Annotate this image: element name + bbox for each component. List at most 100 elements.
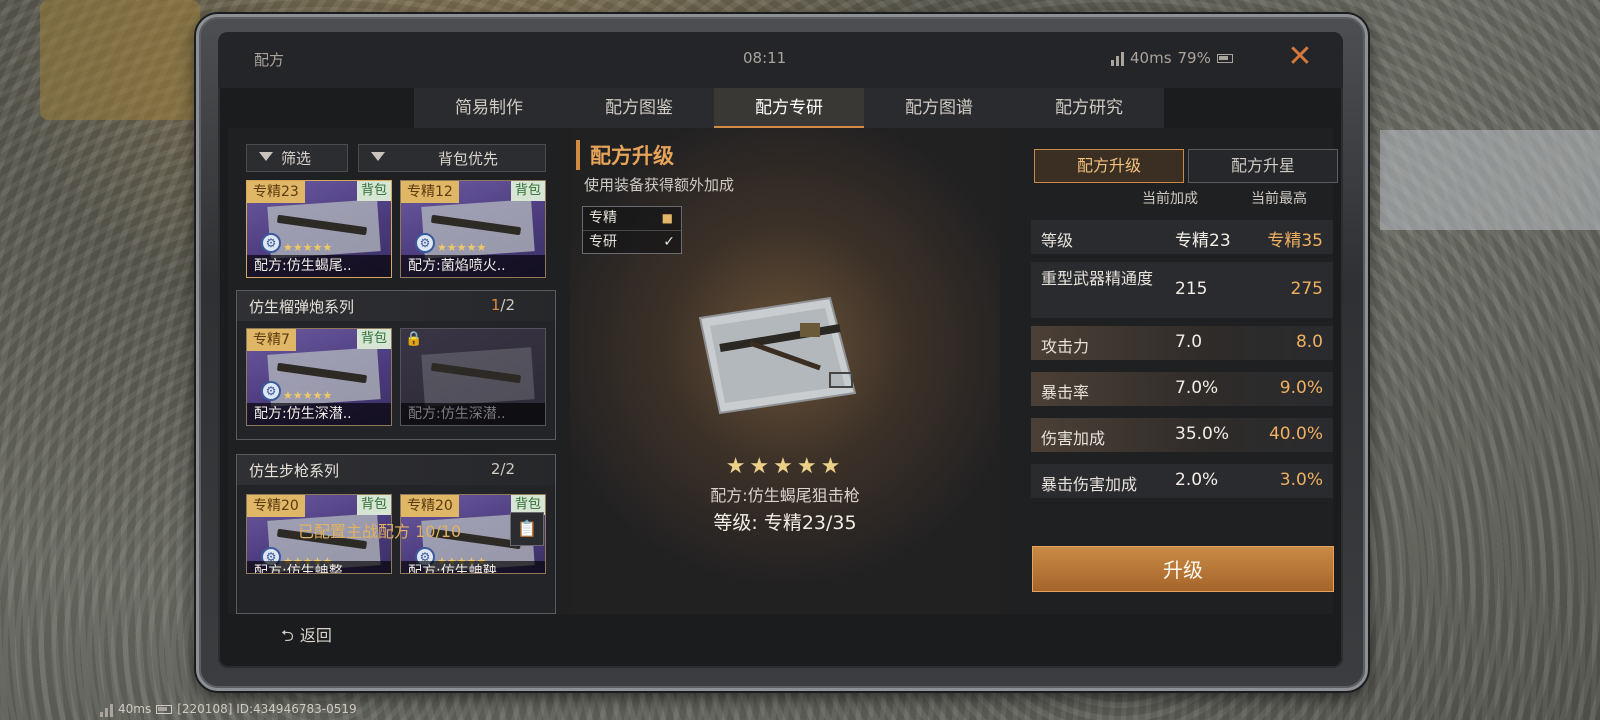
tab-recipe-research[interactable]: 配方研究: [1014, 88, 1164, 128]
tab-recipe-codex[interactable]: 配方图鉴: [564, 88, 714, 128]
legend-specialize: 专精 ■: [583, 207, 681, 230]
section-subtitle: 使用装备获得额外加成: [584, 176, 735, 194]
check-icon: ✓: [663, 234, 675, 250]
clipboard-search-icon[interactable]: 📋: [510, 512, 544, 546]
recipe-name: 配方:仿生蚺整: [247, 561, 391, 573]
stat-max: 3.0%: [1279, 470, 1323, 490]
lock-icon: 🔒: [405, 331, 423, 347]
recipe-name: 配方:仿生蚺鞅: [401, 561, 545, 573]
sort-dropdown[interactable]: 背包优先: [358, 144, 546, 172]
recipe-name: 配方:菌焰喷火..: [401, 255, 545, 277]
legend-research: 专研 ✓: [583, 230, 681, 253]
stat-name: 攻击力: [1041, 337, 1090, 356]
status-area: 40ms 79%: [1111, 49, 1233, 67]
star-rating: ★★★★★: [283, 389, 333, 402]
battery-icon: [1216, 53, 1233, 63]
group-title: 仿生步枪系列: [249, 462, 340, 480]
star-rating: ★★★★★: [283, 241, 333, 254]
stat-row-crit-damage: 暴击伤害加成 2.0% 3.0%: [1031, 464, 1333, 498]
gear-icon: ⚙: [261, 233, 281, 253]
battery-icon: [156, 704, 173, 714]
ping-text: 40ms: [1130, 49, 1172, 67]
recipe-name: 配方:仿生蝎尾..: [247, 255, 391, 277]
back-label: 返回: [299, 626, 332, 645]
tab-recipe-atlas[interactable]: 配方图谱: [864, 88, 1014, 128]
upgrade-button[interactable]: 升级: [1032, 546, 1334, 592]
stat-row-attack: 攻击力 7.0 8.0: [1031, 326, 1333, 360]
signal-icon: [1111, 50, 1124, 66]
background-vehicle: [40, 0, 200, 120]
top-bar: 配方 08:11 40ms 79% ✕: [218, 32, 1343, 88]
bag-badge: 背包: [356, 329, 391, 349]
legend-label: 专精: [589, 210, 617, 226]
main-tabs: 简易制作 配方图鉴 配方专研 配方图谱 配方研究: [414, 88, 1164, 128]
group-count: 2/2: [490, 460, 515, 478]
app-title: 配方: [254, 51, 285, 69]
stat-row-damage-bonus: 伤害加成 35.0% 40.0%: [1031, 418, 1333, 452]
stat-max: 9.0%: [1279, 378, 1323, 398]
return-arrow-icon: ⮌: [281, 626, 294, 645]
star-rating: ★★★★★: [437, 241, 487, 254]
stat-max: 275: [1290, 279, 1323, 299]
clock: 08:11: [743, 49, 787, 67]
stat-current: 35.0%: [1175, 424, 1230, 444]
sub-tabs: 配方升级 配方升星: [1034, 149, 1338, 183]
group-title: 仿生榴弹炮系列: [249, 298, 355, 316]
stat-max: 40.0%: [1268, 424, 1323, 444]
stat-current: 7.0%: [1175, 378, 1219, 398]
bag-badge: 背包: [510, 181, 545, 201]
tab-recipe-specialize[interactable]: 配方专研: [714, 88, 864, 128]
stat-current: 215: [1175, 279, 1208, 299]
stat-current: 2.0%: [1175, 470, 1219, 490]
recipe-detail-panel: 配方升级 使用装备获得额外加成 专精 ■ 专研 ✓ ★★★★★ 配方:仿生蝎尾狙…: [570, 128, 1000, 614]
filter-label: 筛选: [281, 149, 312, 168]
signal-icon: [100, 701, 113, 717]
configured-recipes-text: 已配置主战配方 10/10: [298, 522, 462, 541]
stats-panel: 配方升级 配方升星 当前加成 当前最高 等级 专精23 专精35 重型武器精通度…: [1016, 128, 1338, 614]
tab-recipe-upgrade[interactable]: 配方升级: [1034, 149, 1184, 183]
recipe-card[interactable]: 专精7 背包 ⚙ ★★★★★ 配方:仿生深潜..: [246, 328, 392, 426]
stat-name: 暴击率: [1041, 383, 1090, 402]
stat-row-mastery: 重型武器精通度 215 275: [1031, 262, 1333, 318]
stat-name: 重型武器精通度: [1041, 269, 1154, 288]
spec-badge: 专精7: [247, 329, 296, 351]
recipe-card[interactable]: 专精12 背包 ⚙ ★★★★★ 配方:菌焰喷火..: [400, 180, 546, 278]
stat-max: 专精35: [1267, 231, 1323, 251]
stat-current: 7.0: [1175, 332, 1203, 352]
triangle-down-icon: [371, 152, 385, 161]
recipe-card-locked[interactable]: 🔒 配方:仿生深潜..: [400, 328, 546, 426]
gear-icon: ⚙: [415, 233, 435, 253]
back-button[interactable]: ⮌ 返回: [281, 622, 332, 652]
section-title: 配方升级: [576, 140, 674, 170]
group-count: 1/2: [490, 296, 515, 314]
recipe-name: 配方:仿生深潜..: [401, 403, 545, 425]
footer-id: [220108] ID:434946783-0519: [177, 702, 357, 716]
recipe-card[interactable]: 专精23 背包 ⚙ ★★★★★ 配方:仿生蝎尾..: [246, 180, 392, 278]
square-icon: ■: [661, 211, 673, 225]
spec-badge: 专精23: [247, 181, 305, 203]
tab-recipe-star[interactable]: 配方升星: [1188, 149, 1338, 183]
group-header: 仿生榴弹炮系列 1/2: [237, 291, 555, 321]
filter-button[interactable]: 筛选: [246, 144, 348, 172]
spec-badge: 专精20: [247, 495, 305, 517]
stat-row-level: 等级 专精23 专精35: [1031, 220, 1333, 254]
group-header: 仿生步枪系列 2/2: [237, 455, 555, 485]
sort-label: 背包优先: [438, 149, 499, 168]
stat-row-crit-rate: 暴击率 7.0% 9.0%: [1031, 372, 1333, 406]
screen: 配方 08:11 40ms 79% ✕ 简易制作 配方图鉴 配方专研 配方图谱 …: [218, 32, 1343, 668]
stat-current: 专精23: [1175, 231, 1231, 251]
column-current: 当前加成: [1142, 191, 1198, 207]
bag-badge: 背包: [356, 495, 391, 515]
gear-icon: ⚙: [261, 381, 281, 401]
tab-simple-craft[interactable]: 简易制作: [414, 88, 564, 128]
column-max: 当前最高: [1251, 191, 1307, 207]
background-plate: [1380, 130, 1600, 230]
spec-badge: 专精12: [401, 181, 459, 203]
battery-text: 79%: [1177, 49, 1211, 67]
triangle-down-icon: [259, 152, 273, 161]
item-name: 配方:仿生蝎尾狙击枪: [710, 486, 860, 505]
footer-ping: 40ms: [118, 702, 152, 716]
close-icon[interactable]: ✕: [1284, 42, 1316, 74]
bag-badge: 背包: [356, 181, 391, 201]
bonus-legend: 专精 ■ 专研 ✓: [582, 206, 682, 254]
